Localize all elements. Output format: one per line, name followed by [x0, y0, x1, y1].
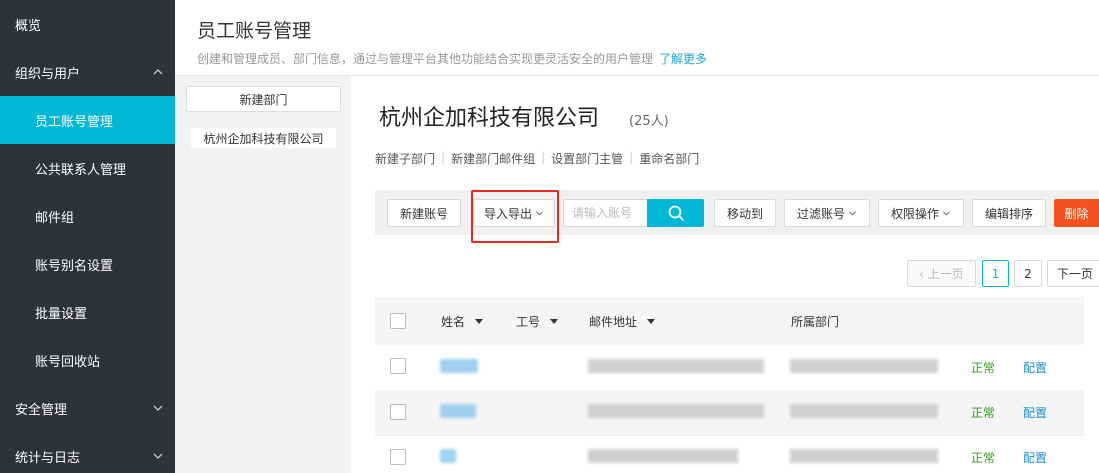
sidebar-item-label: 账号回收站: [35, 354, 101, 370]
column-header-email[interactable]: 邮件地址: [589, 313, 656, 330]
button-label: 移动到: [726, 206, 763, 221]
search-button[interactable]: [647, 199, 704, 227]
sidebar-item-label: 安全管理: [15, 402, 68, 418]
sidebar-item-mail-groups[interactable]: 邮件组: [0, 192, 175, 240]
column-label: 所属部门: [791, 315, 840, 329]
sort-down-icon: [550, 319, 559, 324]
page-title: 员工账号管理: [197, 20, 312, 42]
sort-down-icon: [647, 319, 656, 324]
redacted-email: [588, 404, 764, 418]
chevron-down-icon: [153, 453, 163, 459]
delete-button[interactable]: 删除: [1054, 199, 1099, 227]
prev-page-button[interactable]: ‹ 上一页: [907, 260, 976, 287]
redacted-department: [790, 404, 938, 418]
edit-order-button[interactable]: 编辑排序: [972, 199, 1046, 227]
redacted-name: [440, 449, 456, 463]
redacted-department: [790, 449, 938, 463]
page-button-2[interactable]: 2: [1014, 260, 1042, 287]
sidebar-item-security[interactable]: 安全管理: [0, 384, 175, 432]
sidebar-item-overview[interactable]: 概览: [0, 0, 175, 48]
sidebar-item-label: 公共联系人管理: [35, 162, 127, 178]
chevron-left-icon: ‹: [919, 266, 928, 281]
row-checkbox[interactable]: [390, 449, 406, 465]
select-all-checkbox[interactable]: [390, 313, 406, 329]
column-header-department: 所属部门: [791, 313, 839, 330]
column-header-employee-id[interactable]: 工号: [516, 313, 559, 330]
next-page-button[interactable]: 下一页: [1047, 260, 1099, 287]
filter-accounts-button[interactable]: 过滤账号: [784, 199, 870, 227]
new-dept-mailgroup-link[interactable]: 新建部门邮件组: [451, 150, 535, 167]
redacted-name: [440, 404, 476, 418]
department-tree-root[interactable]: 杭州企加科技有限公司: [191, 128, 336, 148]
configure-link[interactable]: 配置: [1023, 404, 1047, 421]
department-actions: 新建子部门 | 新建部门邮件组 | 设置部门主管 | 重命名部门: [375, 150, 699, 167]
button-label: 编辑排序: [984, 206, 1033, 221]
sidebar-item-label: 概览: [15, 18, 42, 34]
learn-more-link[interactable]: 了解更多: [659, 52, 707, 66]
sidebar-item-employee-accounts[interactable]: 员工账号管理: [0, 96, 175, 144]
set-dept-manager-link[interactable]: 设置部门主管: [551, 150, 623, 167]
divider: |: [441, 150, 446, 164]
divider: |: [629, 150, 634, 164]
sidebar-item-label: 统计与日志: [15, 450, 81, 466]
redacted-department: [790, 359, 938, 373]
account-search-input[interactable]: [563, 199, 647, 227]
member-count: (25人): [629, 114, 669, 129]
sidebar-item-label: 组织与用户: [15, 66, 81, 82]
row-checkbox[interactable]: [390, 404, 406, 420]
sidebar: 概览 组织与用户 员工账号管理 公共联系人管理 邮件组 账号别名设置 批量设置 …: [0, 0, 175, 473]
search-icon: [668, 205, 684, 221]
sidebar-item-stats-logs[interactable]: 统计与日志: [0, 432, 175, 473]
chevron-up-icon: [153, 69, 163, 75]
row-divider: [375, 435, 1084, 436]
redacted-name: [440, 359, 478, 373]
column-label: 姓名: [441, 315, 466, 329]
chevron-down-icon: [153, 405, 163, 411]
button-label: 过滤账号: [796, 206, 845, 221]
sidebar-item-label: 员工账号管理: [35, 114, 114, 130]
page-button-1[interactable]: 1: [982, 260, 1009, 287]
sidebar-item-batch-settings[interactable]: 批量设置: [0, 288, 175, 336]
button-label: 新建账号: [399, 206, 448, 221]
move-to-button[interactable]: 移动到: [714, 199, 776, 227]
status-badge: 正常: [971, 361, 996, 375]
page-description: 创建和管理成员、部门信息，通过与管理平台其他功能结合实现更灵活安全的用户管理 了解…: [197, 50, 707, 67]
app: 概览 组织与用户 员工账号管理 公共联系人管理 邮件组 账号别名设置 批量设置 …: [0, 0, 1099, 473]
column-label: 邮件地址: [589, 315, 638, 329]
sidebar-item-account-recycle[interactable]: 账号回收站: [0, 336, 175, 384]
button-label: 权限操作: [890, 206, 939, 221]
status-badge: 正常: [971, 406, 996, 420]
redacted-email: [588, 359, 764, 373]
sidebar-item-account-alias[interactable]: 账号别名设置: [0, 240, 175, 288]
divider: |: [541, 150, 546, 164]
configure-link[interactable]: 配置: [1023, 359, 1047, 376]
highlight-annotation: [471, 190, 559, 243]
permission-ops-button[interactable]: 权限操作: [878, 199, 964, 227]
new-account-button[interactable]: 新建账号: [387, 199, 461, 227]
rename-dept-link[interactable]: 重命名部门: [639, 150, 699, 167]
row-checkbox[interactable]: [390, 358, 406, 374]
sidebar-item-label: 批量设置: [35, 306, 88, 322]
column-header-name[interactable]: 姓名: [441, 313, 484, 330]
status-badge: 正常: [971, 451, 996, 465]
sidebar-item-label: 邮件组: [35, 210, 75, 226]
sort-down-icon: [475, 319, 484, 324]
chevron-down-icon: [849, 210, 856, 215]
sidebar-item-label: 账号别名设置: [35, 258, 114, 274]
description-text: 创建和管理成员、部门信息，通过与管理平台其他功能结合实现更灵活安全的用户管理: [197, 52, 654, 66]
company-name: 杭州企加科技有限公司: [379, 106, 600, 131]
configure-link[interactable]: 配置: [1023, 449, 1047, 466]
sidebar-item-org-users[interactable]: 组织与用户: [0, 48, 175, 96]
prev-page-label: 上一页: [927, 267, 964, 281]
chevron-down-icon: [943, 210, 950, 215]
new-department-button[interactable]: 新建部门: [186, 86, 341, 112]
new-subdepartment-link[interactable]: 新建子部门: [375, 150, 435, 167]
column-label: 工号: [516, 315, 541, 329]
redacted-email: [588, 449, 738, 463]
sidebar-item-public-contacts[interactable]: 公共联系人管理: [0, 144, 175, 192]
